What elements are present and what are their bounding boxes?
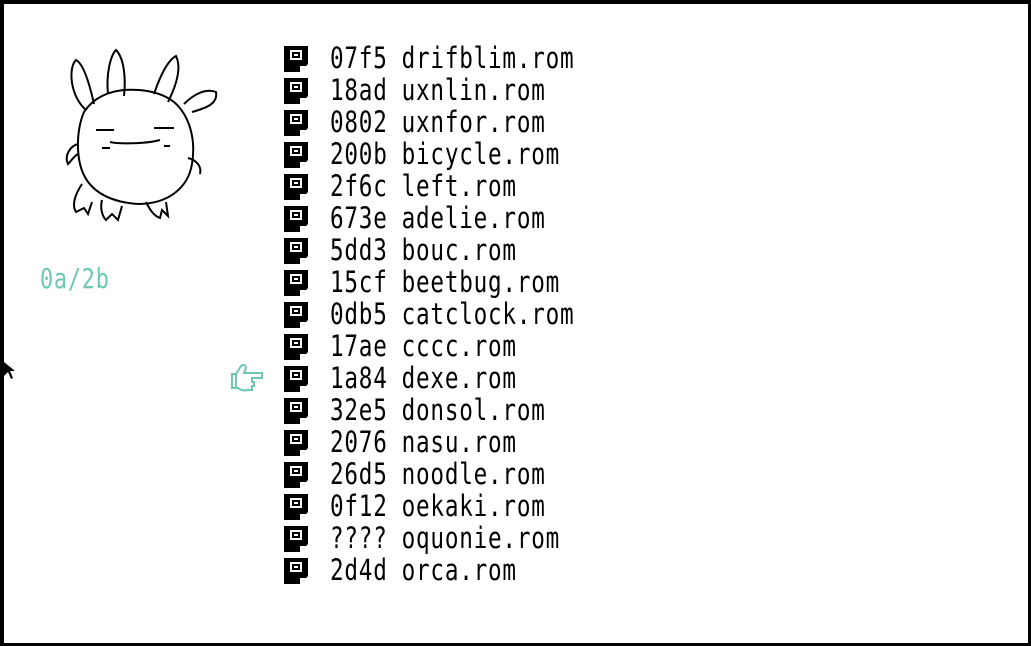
launcher-screen: 0a/2b 07f5 drifblim.rom 18ad uxnlin.rom 0802… (0, 0, 1031, 646)
rom-size: 0f12 (330, 489, 388, 523)
rom-size: 17ae (330, 329, 388, 363)
rom-name: beetbug.rom (401, 265, 561, 299)
rom-file-icon (284, 558, 308, 584)
rom-name: bouc.rom (401, 233, 517, 267)
rom-file-icon (284, 270, 308, 296)
rom-name: cccc.rom (401, 329, 517, 363)
rom-file-icon (284, 526, 308, 552)
rom-file-icon (284, 366, 308, 392)
rom-size: 32e5 (330, 393, 388, 427)
rom-file-icon (284, 494, 308, 520)
rom-name: drifblim.rom (401, 41, 575, 75)
rom-counter: 0a/2b (40, 262, 110, 295)
rom-file-icon (284, 398, 308, 424)
rom-file-icon (284, 430, 308, 456)
rom-size: 0802 (330, 105, 388, 139)
rom-size: 673e (330, 201, 388, 235)
rabbit-mascot-icon (65, 48, 218, 222)
rom-size: 1a84 (330, 361, 388, 395)
rom-file-icon (284, 78, 308, 104)
rom-size: 15cf (330, 265, 388, 299)
rom-size: 26d5 (330, 457, 388, 491)
rom-size: 200b (330, 137, 388, 171)
rom-file-icon (284, 174, 308, 200)
rom-name: dexe.rom (401, 361, 517, 395)
rom-file-icon (284, 334, 308, 360)
rom-size: 0db5 (330, 297, 388, 331)
rom-file-icon (284, 462, 308, 488)
rom-file-icon (284, 302, 308, 328)
rom-name: noodle.rom (401, 457, 546, 491)
rom-name: adelie.rom (401, 201, 546, 235)
rom-size: 07f5 (330, 41, 388, 75)
mouse-arrow-cursor-icon (4, 362, 15, 379)
rom-size: 5dd3 (330, 233, 388, 267)
rom-name: oquonie.rom (401, 521, 561, 555)
rom-name: oekaki.rom (401, 489, 546, 523)
rom-size: 2076 (330, 425, 388, 459)
rom-name: catclock.rom (401, 297, 575, 331)
rom-name: donsol.rom (401, 393, 546, 427)
rom-file-icon (284, 142, 308, 168)
rom-name: uxnfor.rom (401, 105, 546, 139)
rom-size: ???? (330, 521, 388, 555)
rom-file-icon (284, 46, 308, 72)
rom-name: orca.rom (401, 553, 517, 587)
rom-size: 2d4d (330, 553, 388, 587)
rom-file-icon (284, 110, 308, 136)
rom-file-icon (284, 238, 308, 264)
rom-file-icon (284, 206, 308, 232)
rom-size: 2f6c (330, 169, 388, 203)
rom-name: uxnlin.rom (401, 73, 546, 107)
rom-name: nasu.rom (401, 425, 517, 459)
pointing-hand-icon (231, 363, 263, 392)
rom-name: left.rom (401, 169, 517, 203)
rom-size: 18ad (330, 73, 388, 107)
rom-name: bicycle.rom (401, 137, 561, 171)
